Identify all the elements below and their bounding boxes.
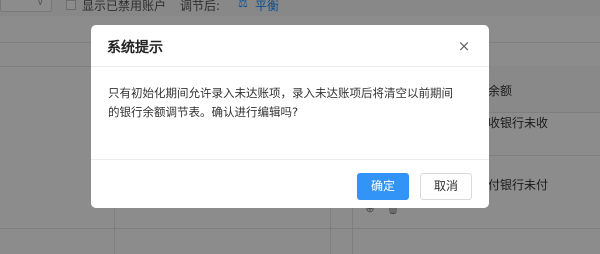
dialog-message: 只有初始化期间允许录入未达账项，录入未达账项后将清空以前期间 的银行余额调节表。… xyxy=(108,84,476,122)
cancel-button[interactable]: 取消 xyxy=(420,173,472,200)
confirm-button[interactable]: 确定 xyxy=(357,173,409,200)
dialog-header: 系统提示 × xyxy=(91,25,489,67)
dialog-title: 系统提示 xyxy=(107,40,163,56)
system-prompt-dialog: 系统提示 × 只有初始化期间允许录入未达账项，录入未达账项后将清空以前期间 的银… xyxy=(91,25,489,208)
close-icon[interactable]: × xyxy=(455,37,473,55)
dialog-footer: 确定 取消 xyxy=(91,159,489,208)
dialog-message-line: 的银行余额调节表。确认进行编辑吗? xyxy=(108,105,299,119)
dialog-message-line: 只有初始化期间允许录入未达账项，录入未达账项后将清空以前期间 xyxy=(108,86,453,100)
